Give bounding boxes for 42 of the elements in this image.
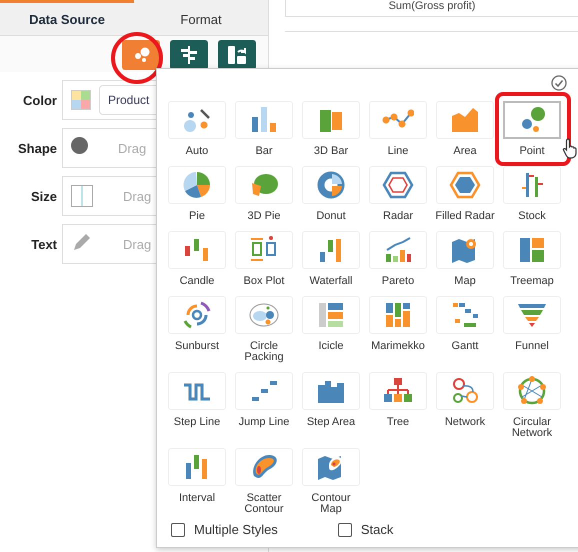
chart-type-label: Candle xyxy=(178,276,216,287)
drop-placeholder: Drag xyxy=(123,188,152,204)
chart-type-label: Line xyxy=(386,146,410,157)
checkbox-label: Multiple Styles xyxy=(194,522,278,537)
chart-type-label: Pareto xyxy=(380,276,416,287)
chart-type-label: Waterfall xyxy=(308,276,354,287)
chart-type-label: Network xyxy=(444,417,486,428)
chart-type-label: Gantt xyxy=(450,341,480,352)
chart-type-label: Point xyxy=(518,146,546,157)
field-label: Color xyxy=(22,92,57,108)
chart-type-label: Sunburst xyxy=(174,341,220,352)
chart-type-label: Step Line xyxy=(172,417,222,428)
chart-type-label: Pie xyxy=(188,211,206,222)
chart-type-label: Area xyxy=(452,146,478,157)
chart-type-label: Tree xyxy=(386,417,410,428)
field-label: Shape xyxy=(16,140,57,156)
chart-type-label: 3D Pie xyxy=(246,211,282,222)
chart-type-label: Bar xyxy=(254,146,274,157)
chart-type-label: Box Plot xyxy=(242,276,286,287)
chart-type-label: Icicle xyxy=(317,341,345,352)
chart-type-label: Map xyxy=(453,276,477,287)
chart-type-label: Filled Radar xyxy=(435,211,495,222)
chart-type-label: Step Area xyxy=(306,417,356,428)
drop-placeholder: Drag xyxy=(123,236,152,252)
chart-type-label: Marimekko xyxy=(370,341,426,352)
chart-type-label: Funnel xyxy=(514,341,550,352)
drop-placeholder: Drag xyxy=(118,140,146,156)
chart-type-label: Donut xyxy=(315,211,347,222)
checkbox-label: Stack xyxy=(360,522,394,537)
chart-type-label: Circle Packing xyxy=(243,341,285,363)
chart-type-label: Treemap xyxy=(509,276,555,287)
chart-type-label: Contour Map xyxy=(310,493,352,515)
chart-type-label: Scatter Contour xyxy=(243,493,285,515)
chart-type-label: Interval xyxy=(178,493,216,504)
chart-type-label: Jump Line xyxy=(238,417,290,428)
chart-type-label: Stock xyxy=(517,211,547,222)
chart-type-label: Auto xyxy=(184,146,210,157)
chart-type-label: 3D Bar xyxy=(312,146,350,157)
chart-type-label: Circular Network xyxy=(510,417,554,439)
chart-type-label: Radar xyxy=(382,211,414,222)
field-label: Text xyxy=(30,236,57,252)
field-label: Size xyxy=(30,188,57,204)
